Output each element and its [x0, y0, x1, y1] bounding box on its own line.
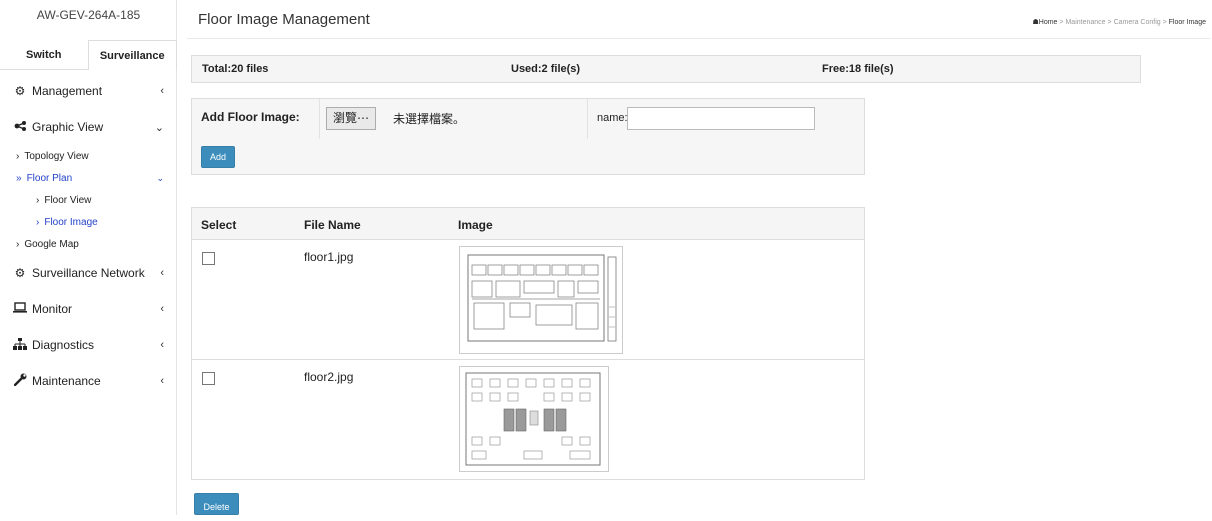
- gear-icon: ⚙: [14, 84, 26, 98]
- browse-button[interactable]: 瀏覽⋯: [326, 107, 377, 130]
- page-title: Floor Image Management: [198, 11, 370, 28]
- used-files: Used:2 file(s): [511, 63, 581, 75]
- sidebar-item-surveillance-network[interactable]: ⚙ Surveillance Network ‹: [0, 255, 177, 291]
- chevron-right-icon: ›: [16, 150, 20, 162]
- double-chevron-right-icon: »: [16, 172, 22, 184]
- name-input[interactable]: [627, 107, 815, 130]
- tab-surveillance[interactable]: Surveillance: [87, 40, 177, 70]
- sidebar-item-label: Google Map: [24, 238, 79, 250]
- file-stats-bar: Total:20 files Used:2 file(s) Free:18 fi…: [191, 55, 1141, 83]
- table-row: floor2.jpg: [192, 361, 864, 480]
- sidebar-item-maintenance[interactable]: Maintenance ‹: [0, 363, 177, 399]
- main-content: Floor Image Management ☗Home > Maintenan…: [177, 0, 1212, 515]
- breadcrumb-home[interactable]: Home: [1039, 19, 1058, 26]
- floor-image-table: Select File Name Image floor1.jpg floor2…: [191, 207, 865, 480]
- total-files: Total:20 files: [202, 63, 269, 75]
- file-chooser: 瀏覽⋯ 未選擇檔案。: [319, 99, 588, 139]
- sidebar-item-label: Floor Image: [44, 216, 98, 228]
- chevron-left-icon: ‹: [160, 339, 164, 351]
- sidebar-item-label: Graphic View: [32, 120, 104, 134]
- add-floor-image-label: Add Floor Image:: [201, 110, 300, 124]
- sidebar-item-floor-image[interactable]: › Floor Image: [0, 211, 177, 233]
- file-name-column-header: File Name: [304, 218, 361, 232]
- table-header: Select File Name Image: [192, 208, 864, 240]
- chevron-down-icon: ⌄: [154, 121, 164, 134]
- chevron-down-icon: ⌄: [156, 172, 164, 183]
- sidebar-item-label: Topology View: [24, 150, 89, 162]
- sidebar: AW-GEV-264A-185 Switch Surveillance ⚙ Ma…: [0, 0, 177, 515]
- chevron-left-icon: ‹: [160, 267, 164, 279]
- breadcrumb: ☗Home > Maintenance > Camera Config > Fl…: [1033, 18, 1207, 26]
- wrench-icon: [12, 373, 28, 389]
- floor-plan-thumbnail: [459, 366, 609, 472]
- sitemap-icon: [12, 337, 28, 353]
- sidebar-item-topology-view[interactable]: › Topology View: [0, 145, 177, 167]
- cogs-icon: ⚙: [14, 266, 26, 280]
- sidebar-item-graphic-view[interactable]: Graphic View ⌄: [0, 109, 177, 145]
- name-label: name:: [597, 112, 628, 124]
- select-checkbox[interactable]: [202, 372, 215, 385]
- title-divider: [187, 38, 1210, 39]
- chevron-right-icon: ›: [36, 216, 40, 228]
- sidebar-nav: ⚙ Management ‹ Graphic View ⌄ › Topology…: [0, 73, 177, 399]
- sidebar-item-label: Surveillance Network: [32, 266, 145, 280]
- image-column-header: Image: [458, 218, 493, 232]
- sidebar-item-google-map[interactable]: › Google Map: [0, 233, 177, 255]
- floor-plan-thumbnail: [459, 246, 623, 354]
- chevron-left-icon: ‹: [160, 375, 164, 387]
- chevron-right-icon: ›: [16, 238, 20, 250]
- no-file-chosen-text: 未選擇檔案。: [393, 112, 466, 126]
- sidebar-item-management[interactable]: ⚙ Management ‹: [0, 73, 177, 109]
- file-name: floor2.jpg: [304, 370, 354, 384]
- sidebar-item-label: Floor View: [44, 194, 92, 206]
- sidebar-item-label: Floor Plan: [26, 172, 73, 184]
- sidebar-item-floor-plan[interactable]: » Floor Plan ⌄: [0, 167, 177, 189]
- delete-button[interactable]: Delete: [194, 493, 239, 515]
- sidebar-item-label: Management: [32, 84, 103, 98]
- file-name: floor1.jpg: [304, 250, 354, 264]
- sidebar-tabs: Switch Surveillance: [0, 40, 177, 70]
- sidebar-item-diagnostics[interactable]: Diagnostics ‹: [0, 327, 177, 363]
- add-button[interactable]: Add: [201, 146, 235, 168]
- select-checkbox[interactable]: [202, 252, 215, 265]
- chevron-right-icon: ›: [36, 194, 40, 206]
- table-row: floor1.jpg: [192, 241, 864, 360]
- laptop-icon: [12, 302, 28, 316]
- free-files: Free:18 file(s): [822, 63, 894, 75]
- sidebar-item-label: Diagnostics: [32, 338, 95, 352]
- tab-switch[interactable]: Switch: [0, 40, 88, 70]
- breadcrumb-current: Floor Image: [1168, 19, 1206, 26]
- breadcrumb-maintenance[interactable]: Maintenance: [1065, 19, 1105, 26]
- breadcrumb-camera-config[interactable]: Camera Config: [1114, 19, 1161, 26]
- sidebar-item-floor-view[interactable]: › Floor View: [0, 189, 177, 211]
- sidebar-item-label: Monitor: [32, 302, 73, 316]
- sidebar-item-monitor[interactable]: Monitor ‹: [0, 291, 177, 327]
- select-column-header: Select: [201, 218, 237, 232]
- chevron-left-icon: ‹: [160, 85, 164, 97]
- sidebar-item-label: Maintenance: [32, 374, 101, 388]
- chevron-left-icon: ‹: [160, 303, 164, 315]
- device-title: AW-GEV-264A-185: [36, 8, 141, 22]
- share-icon: [12, 120, 28, 134]
- add-floor-image-panel: Add Floor Image: 瀏覽⋯ 未選擇檔案。 name: Add: [191, 98, 865, 175]
